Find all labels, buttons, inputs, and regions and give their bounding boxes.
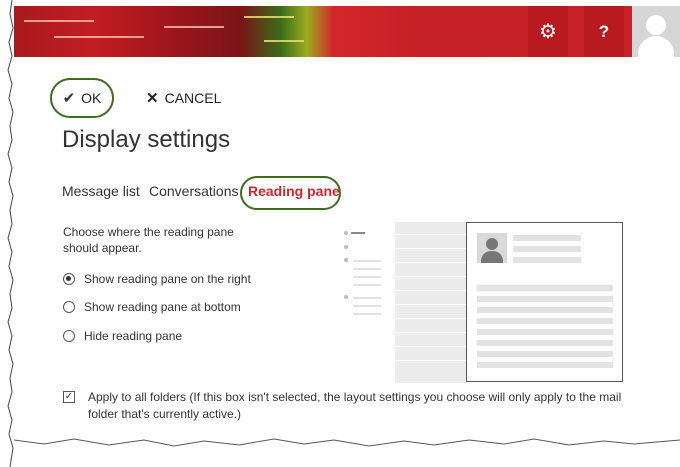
tab-highlight-ring <box>240 176 341 210</box>
tab-conversations[interactable]: Conversations <box>149 183 239 199</box>
cancel-button[interactable]: ✕ CANCEL <box>146 89 221 107</box>
gear-icon: ⚙ <box>539 21 557 43</box>
preview-avatar-body <box>481 251 503 263</box>
preview-bar <box>477 318 613 324</box>
preview-bar <box>395 332 467 333</box>
radio-label: Show reading pane on the right <box>84 272 251 286</box>
preview-bar <box>353 268 381 270</box>
preview-dot <box>344 258 348 262</box>
radio-reading-pane-right[interactable]: Show reading pane on the right <box>63 272 251 286</box>
radio-circle <box>63 330 75 342</box>
user-avatar-button[interactable] <box>632 6 680 57</box>
preview-bar <box>513 257 581 263</box>
checkmark-icon: ✔ <box>62 90 76 107</box>
preview-bar <box>395 304 467 305</box>
reading-pane-prompt: Choose where the reading pane should app… <box>63 225 234 255</box>
preview-bar <box>513 246 581 252</box>
torn-edge <box>0 0 14 467</box>
settings-button[interactable]: ⚙ <box>528 6 568 57</box>
radio-circle <box>63 273 75 285</box>
preview-avatar-head <box>486 238 498 250</box>
cancel-label: CANCEL <box>164 90 222 106</box>
preview-bar <box>477 351 613 357</box>
radio-hide-reading-pane[interactable]: Hide reading pane <box>63 329 182 343</box>
preview-bar <box>477 340 613 346</box>
user-avatar-body <box>638 36 674 57</box>
radio-label: Show reading pane at bottom <box>84 300 241 314</box>
preview-message-list <box>395 222 467 383</box>
apply-all-folders-checkbox[interactable]: ✓ <box>63 391 75 403</box>
tab-message-list[interactable]: Message list <box>62 183 140 199</box>
user-avatar-icon <box>646 15 666 35</box>
preview-dot <box>344 245 348 249</box>
preview-dot <box>344 231 348 235</box>
banner-stripe <box>54 36 144 38</box>
preview-bar <box>477 362 613 368</box>
radio-circle <box>63 301 75 313</box>
close-icon: ✕ <box>146 90 159 107</box>
apply-all-folders-row: ✓ Apply to all folders (If this box isn'… <box>63 389 623 423</box>
preview-reading-pane <box>466 222 623 382</box>
preview-bar <box>477 307 613 313</box>
ok-button[interactable]: ✔ OK <box>50 78 114 118</box>
banner-stripe <box>244 16 294 18</box>
help-button[interactable]: ? <box>584 6 624 57</box>
preview-bar <box>395 276 467 277</box>
preview-bar <box>395 248 467 249</box>
banner-stripe <box>164 26 224 28</box>
layout-preview <box>343 222 624 383</box>
preview-bar <box>353 260 381 262</box>
ok-label: OK <box>81 90 102 106</box>
apply-all-folders-label: Apply to all folders (If this box isn't … <box>88 390 622 421</box>
preview-bar <box>395 234 467 235</box>
preview-dot <box>344 295 348 299</box>
preview-bar <box>513 235 581 241</box>
preview-avatar-icon <box>477 233 507 263</box>
radio-label: Hide reading pane <box>84 329 183 343</box>
preview-bar <box>395 318 467 319</box>
preview-bar <box>395 262 467 263</box>
help-icon: ? <box>598 21 610 41</box>
page-title: Display settings <box>62 126 231 153</box>
banner-stripe <box>24 20 94 22</box>
torn-edge-line <box>7 0 14 467</box>
preview-bar <box>353 313 381 315</box>
preview-bar <box>353 305 381 307</box>
preview-bar <box>353 276 381 278</box>
preview-bar <box>395 360 467 361</box>
preview-bar <box>477 296 613 302</box>
radio-reading-pane-bottom[interactable]: Show reading pane at bottom <box>63 300 241 314</box>
banner-stripe <box>264 40 304 42</box>
preview-folder-pane <box>343 222 395 383</box>
preview-bar <box>395 346 467 347</box>
preview-bar <box>477 285 613 291</box>
preview-bar <box>395 290 467 291</box>
header-banner: ⚙ ? <box>14 6 680 57</box>
torn-bottom-edge <box>14 438 680 447</box>
preview-bar <box>353 284 381 286</box>
preview-bar <box>477 329 613 335</box>
preview-bar <box>353 297 381 299</box>
preview-bar <box>351 232 365 234</box>
